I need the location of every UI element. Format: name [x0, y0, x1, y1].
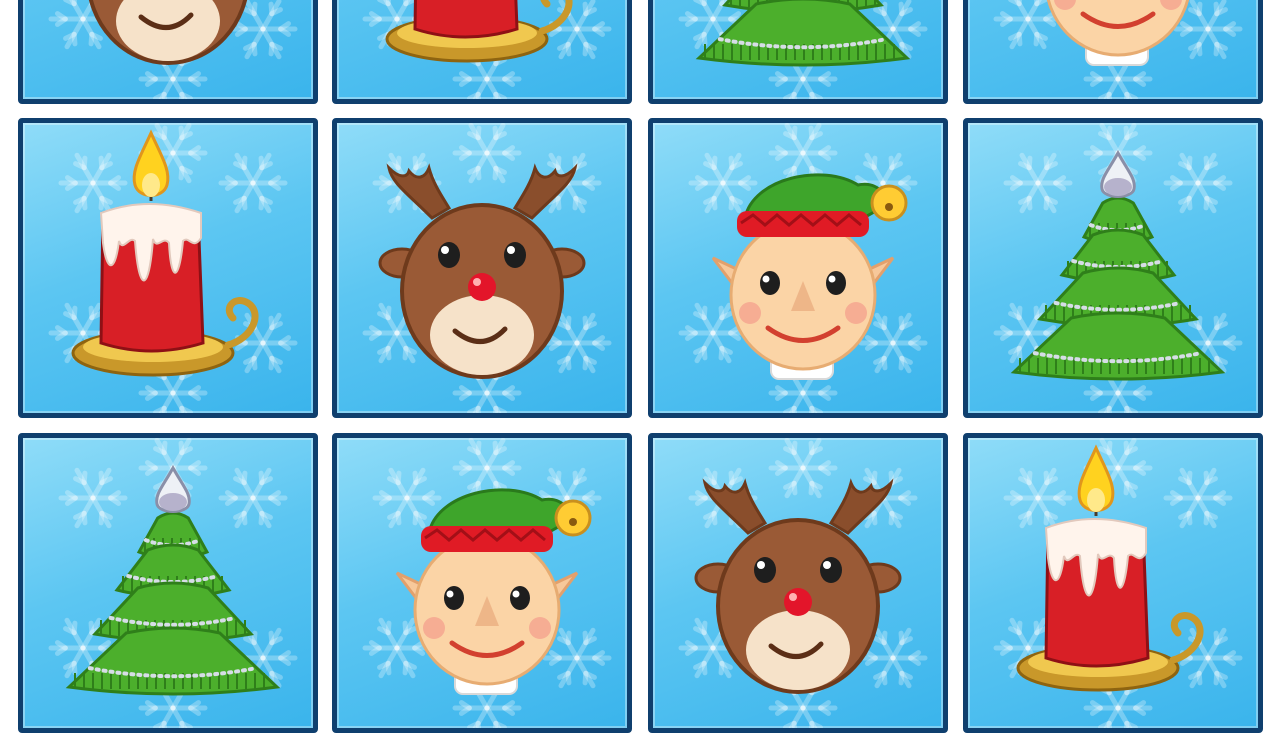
- christmas-tree-icon: [1010, 149, 1226, 381]
- elf-icon: [711, 173, 908, 380]
- card-tile-christmas-tree[interactable]: [648, 0, 948, 104]
- game-board: [0, 0, 1280, 733]
- card-tile-elf[interactable]: [963, 0, 1263, 104]
- card-tile-reindeer[interactable]: [332, 118, 632, 418]
- card-tile-reindeer[interactable]: [648, 433, 948, 733]
- card-tile-elf[interactable]: [648, 118, 948, 418]
- card-tile-candle[interactable]: [332, 0, 632, 104]
- card-tile-candle[interactable]: [18, 118, 318, 418]
- reindeer-icon: [694, 478, 902, 694]
- card-tile-reindeer[interactable]: [18, 0, 318, 104]
- reindeer-icon: [88, 0, 248, 65]
- card-tile-elf[interactable]: [332, 433, 632, 733]
- card-tile-candle[interactable]: [963, 433, 1263, 733]
- card-tile-christmas-tree[interactable]: [18, 433, 318, 733]
- candle-icon: [71, 129, 259, 377]
- christmas-tree-icon: [695, 0, 911, 67]
- card-tile-christmas-tree[interactable]: [963, 118, 1263, 418]
- christmas-tree-icon: [65, 464, 281, 696]
- elf-icon: [1046, 0, 1190, 66]
- elf-icon: [395, 488, 592, 695]
- reindeer-icon: [378, 163, 586, 379]
- candle-icon: [1016, 444, 1204, 692]
- candle-icon: [385, 0, 573, 63]
